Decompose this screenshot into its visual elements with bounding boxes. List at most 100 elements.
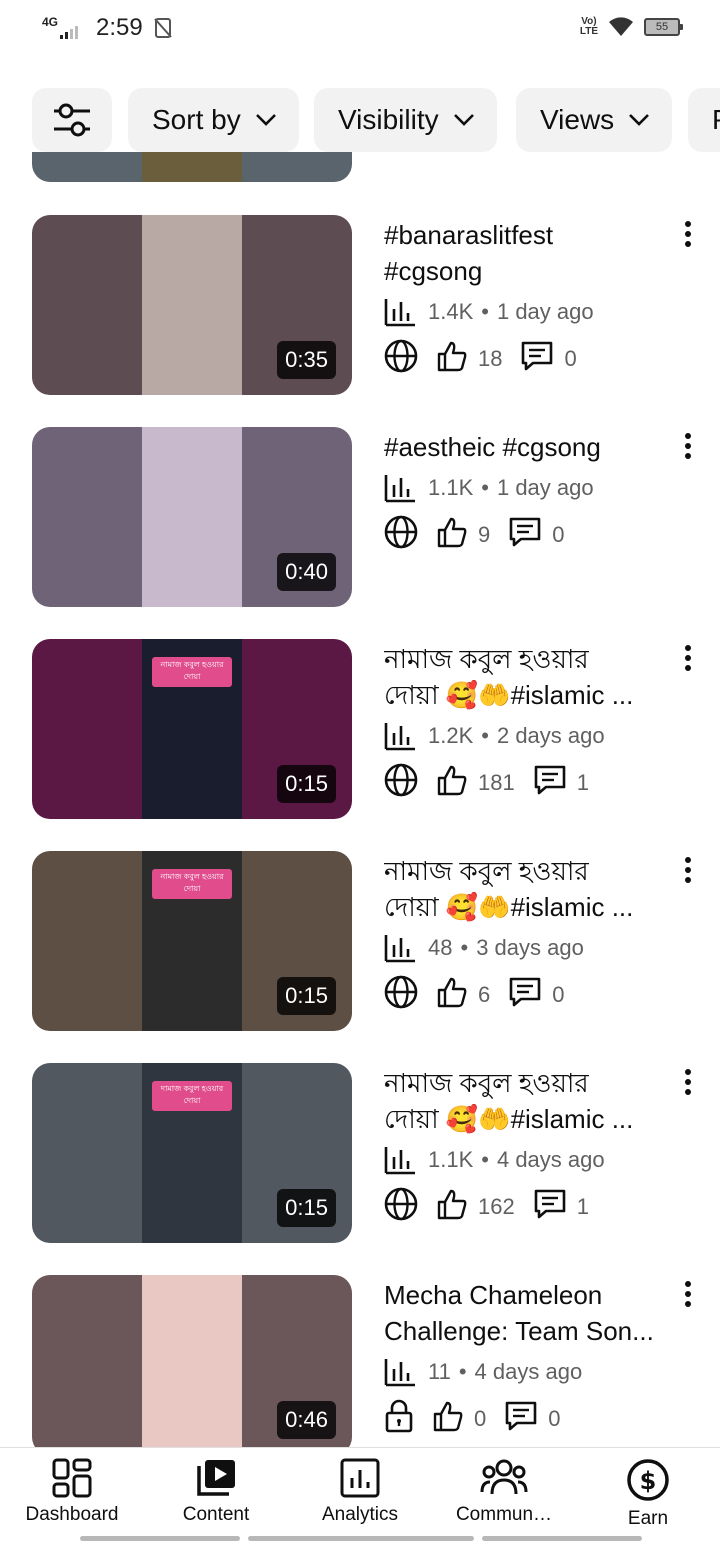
comments[interactable] (533, 764, 567, 802)
comment-icon (509, 517, 541, 547)
more-options-button[interactable] (678, 219, 698, 249)
like-count: 162 (478, 1194, 515, 1219)
video-duration: 0:35 (277, 341, 336, 379)
more-filter-chip[interactable]: P (688, 88, 720, 152)
comments[interactable] (508, 976, 542, 1014)
more-options-button[interactable] (678, 431, 698, 461)
video-duration: 0:46 (277, 1401, 336, 1439)
video-meta: 11 • 4 days ago (384, 1357, 582, 1387)
gesture-bar (248, 1536, 474, 1541)
more-options-button[interactable] (678, 855, 698, 885)
video-stats: 90 (384, 515, 565, 555)
comments[interactable] (504, 1400, 538, 1438)
video-thumbnail[interactable]: নামাজ কবুল হওয়ার দোয়া 0:15 (32, 851, 352, 1031)
lock-icon (385, 1399, 413, 1433)
comments[interactable] (533, 1188, 567, 1226)
visibility-status[interactable] (384, 1187, 418, 1227)
more-options-button[interactable] (678, 1279, 698, 1309)
visibility-status[interactable] (384, 515, 418, 555)
sort-by-chip[interactable]: Sort by (128, 88, 299, 152)
network-type: 4G (42, 15, 59, 29)
comment-icon (534, 765, 566, 795)
video-row[interactable]: দামাজ কবুল হওয়ার দোয়া 0:15 নামাজ কবুল হও… (0, 1063, 720, 1243)
video-title[interactable]: নামাজ কবুল হওয়ার দোয়া 🥰🤲#islamic ... (384, 1065, 674, 1137)
comments[interactable] (508, 516, 542, 554)
thumbs-up-icon (437, 977, 467, 1008)
gesture-bar (80, 1536, 240, 1541)
thumbs-up-icon (437, 1189, 467, 1220)
video-title-line: দোয়া 🥰🤲#islamic ... (384, 1104, 634, 1134)
community-icon (480, 1459, 528, 1495)
likes (436, 764, 468, 802)
video-stats: 60 (384, 975, 565, 1015)
comment-icon (522, 341, 553, 371)
video-row[interactable]: নামাজ কবুল হওয়ার দোয়া 0:15 নামাজ কবুল হও… (0, 639, 720, 819)
view-count: 11 (428, 1359, 451, 1384)
more-options-button[interactable] (678, 1067, 698, 1097)
video-title[interactable]: #banaraslitfest #cgsong (384, 217, 674, 289)
visibility-status[interactable] (384, 1399, 414, 1439)
video-title[interactable]: নামাজ কবুল হওয়ার দোয়া 🥰🤲#islamic ... (384, 641, 674, 713)
nav-community[interactable]: Commun… (432, 1458, 576, 1538)
volte-indicator: Vo) LTE (579, 16, 598, 37)
view-count: 1.1K (428, 475, 474, 500)
upload-age: 3 days ago (476, 935, 584, 960)
video-row[interactable]: নামাজ কবুল হওয়ার দোয়া 0:15 নামাজ কবুল হও… (0, 851, 720, 1031)
video-stats: 18 0 (384, 339, 577, 379)
nav-earn[interactable]: $ Earn (576, 1458, 720, 1538)
sliders-icon (54, 103, 90, 137)
likes (436, 1188, 468, 1226)
video-thumbnail[interactable]: 0:35 (32, 215, 352, 395)
video-list[interactable]: 0:35 #banaraslitfest #cgsong 1.4K • 1 day ago… (0, 152, 720, 1447)
video-thumbnail[interactable]: নামাজ কবুল হওয়ার দোয়া 0:15 (32, 639, 352, 819)
video-row[interactable]: 0:40 #aestheic #cgsong 1.1K • 1 day ago 9 0 (0, 427, 720, 607)
globe-icon (384, 515, 418, 549)
visibility-status[interactable] (384, 339, 418, 379)
video-title[interactable]: #aestheic #cgsong (384, 429, 674, 465)
video-meta: 1.4K • 1 day ago (384, 297, 594, 327)
video-title-line: দোয়া 🥰🤲#islamic ... (384, 680, 634, 710)
status-time: 2:59 (96, 14, 143, 41)
video-meta: 1.1K • 4 days ago (384, 1145, 605, 1175)
video-title-line: #aestheic #cgsong (384, 432, 601, 462)
more-options-button[interactable] (678, 643, 698, 673)
comment-count: 1 (576, 770, 589, 795)
globe-icon (384, 1187, 418, 1221)
video-stats: 00 (384, 1399, 561, 1439)
likes (432, 1400, 464, 1438)
video-meta: 1.2K • 2 days ago (384, 721, 605, 751)
video-thumbnail[interactable]: দামাজ কবুল হওয়ার দোয়া 0:15 (32, 1063, 352, 1243)
video-title[interactable]: নামাজ কবুল হওয়ার দোয়া 🥰🤲#islamic ... (384, 853, 674, 925)
video-title-line: Challenge: Team Son... (384, 1316, 654, 1346)
comment-count: 0 (564, 346, 577, 371)
thumbnail-caption: দামাজ কবুল হওয়ার দোয়া (152, 1081, 232, 1111)
visibility-chip[interactable]: Visibility (314, 88, 497, 152)
comment-icon (509, 977, 541, 1007)
video-title-line: নামাজ কবুল হওয়ার (384, 1068, 589, 1098)
video-row[interactable]: 0:46 Mecha Chameleon Challenge: Team Son..… (0, 1275, 720, 1447)
views-chip[interactable]: Views (516, 88, 673, 152)
earn-icon: $ (627, 1459, 669, 1501)
globe-icon (384, 339, 418, 373)
video-title-line: #cgsong (384, 256, 483, 286)
bottom-nav: Dashboard Content Analytics Commun… $ Ea… (0, 1447, 720, 1544)
video-row[interactable]: 0:35 #banaraslitfest #cgsong 1.4K • 1 day ago… (0, 215, 720, 395)
video-thumbnail[interactable]: 0:46 (32, 1275, 352, 1447)
visibility-status[interactable] (384, 763, 418, 803)
filter-settings-button[interactable] (32, 88, 112, 152)
comment-icon (505, 1401, 537, 1431)
chevron-down-icon (453, 114, 474, 126)
nav-content[interactable]: Content (144, 1458, 288, 1538)
video-thumbnail[interactable] (32, 152, 352, 182)
wifi-icon (609, 17, 633, 36)
view-count: 48 (428, 935, 453, 960)
nav-dashboard[interactable]: Dashboard (0, 1458, 144, 1538)
upload-age: 1 day ago (496, 299, 594, 324)
visibility-status[interactable] (384, 975, 418, 1015)
filter-bar: Sort by Visibility Views P (0, 88, 720, 152)
comments[interactable] (520, 340, 554, 378)
video-thumbnail[interactable]: 0:40 (32, 427, 352, 607)
nav-analytics[interactable]: Analytics (288, 1458, 432, 1538)
video-title[interactable]: Mecha Chameleon Challenge: Team Son... (384, 1277, 674, 1349)
likes (436, 516, 468, 554)
